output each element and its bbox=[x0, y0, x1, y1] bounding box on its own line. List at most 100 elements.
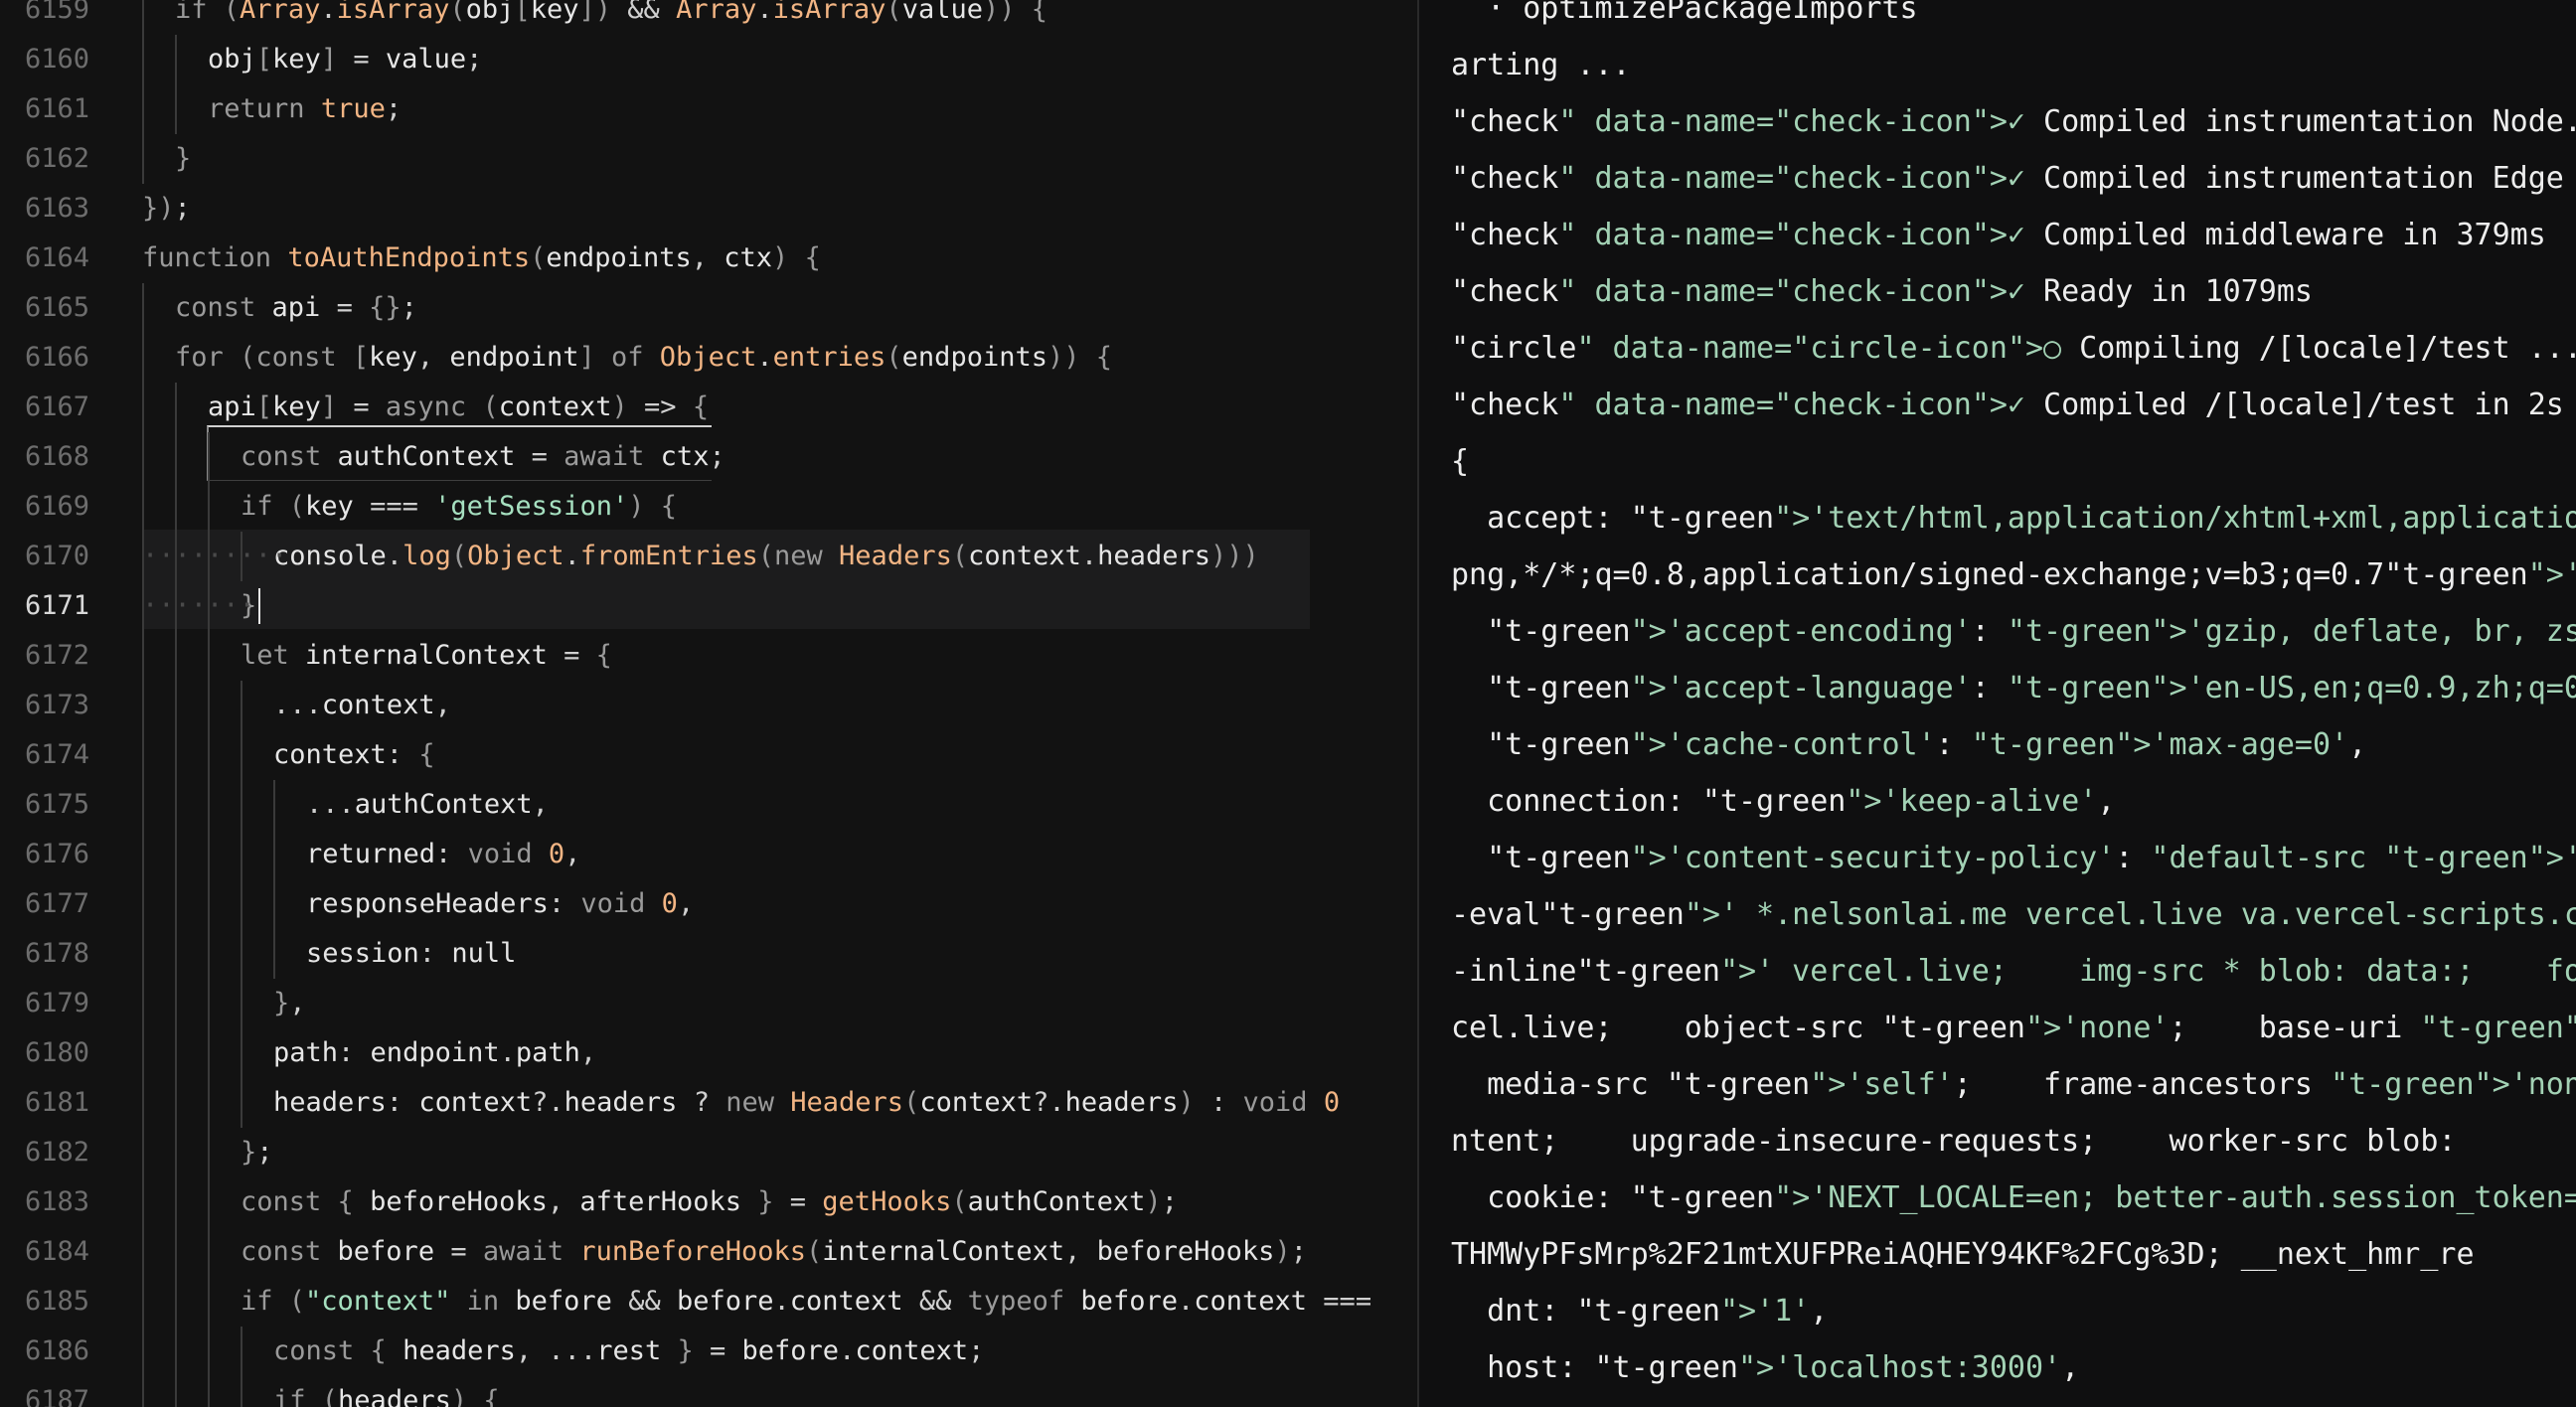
indent-guide bbox=[241, 1376, 242, 1407]
indent-guide bbox=[208, 1327, 210, 1376]
terminal-line: -eval"t-green">' *.nelsonlai.me vercel.l… bbox=[1451, 897, 2576, 932]
indent-guide bbox=[273, 929, 275, 979]
indent-guide bbox=[241, 879, 242, 929]
indent-guide bbox=[208, 681, 210, 730]
indent-guide bbox=[142, 830, 144, 879]
indent-guide bbox=[142, 333, 144, 383]
indent-guide bbox=[142, 1177, 144, 1227]
indent-guide bbox=[142, 1376, 144, 1407]
indent-guide bbox=[175, 830, 177, 879]
text-cursor bbox=[258, 588, 260, 624]
indent-guide bbox=[142, 84, 144, 134]
code-line[interactable]: ...authContext, bbox=[306, 780, 1417, 830]
terminal-line: "t-green">'accept-encoding': "t-green">'… bbox=[1487, 614, 2576, 649]
indent-guide bbox=[208, 780, 210, 830]
code-line[interactable]: return true; bbox=[208, 84, 1417, 134]
indent-guide bbox=[175, 1177, 177, 1227]
code-line[interactable]: const api = {}; bbox=[175, 283, 1417, 333]
terminal-line: THMWyPFsMrp%2F21mtXUFPReiAQHEY94KF%2FCg%… bbox=[1451, 1237, 2475, 1272]
indent-guide bbox=[241, 780, 242, 830]
code-line[interactable]: obj[key] = value; bbox=[208, 35, 1417, 84]
indent-guide bbox=[175, 1128, 177, 1177]
indent-guide bbox=[175, 631, 177, 681]
indent-guide bbox=[208, 979, 210, 1028]
code-line[interactable]: const { beforeHooks, afterHooks } = getH… bbox=[241, 1177, 1417, 1227]
indent-guide bbox=[142, 879, 144, 929]
code-line[interactable]: context: { bbox=[273, 730, 1417, 780]
code-line[interactable]: }; bbox=[241, 1128, 1417, 1177]
line-number: 6184 bbox=[24, 1236, 89, 1267]
code-line[interactable]: if (key === 'getSession') { bbox=[241, 482, 1417, 532]
indent-guide bbox=[142, 780, 144, 830]
code-line[interactable]: } bbox=[241, 581, 1417, 631]
code-line[interactable]: } bbox=[175, 134, 1417, 184]
indent-guide bbox=[273, 879, 275, 929]
terminal-line: connection: "t-green">'keep-alive', bbox=[1451, 784, 2116, 819]
indent-guide bbox=[241, 830, 242, 879]
terminal-line: { bbox=[1451, 444, 1470, 479]
code-line[interactable]: if ("context" in before && before.contex… bbox=[241, 1277, 1417, 1327]
indent-guide bbox=[142, 730, 144, 780]
line-number: 6187 bbox=[24, 1385, 89, 1407]
code-line[interactable]: session: null bbox=[306, 929, 1417, 979]
indent-guide bbox=[142, 0, 144, 35]
line-number: 6180 bbox=[24, 1037, 89, 1068]
code-line[interactable]: let internalContext = { bbox=[241, 631, 1417, 681]
indent-guide bbox=[208, 830, 210, 879]
line-number: 6170 bbox=[24, 541, 89, 571]
indent-guide bbox=[175, 879, 177, 929]
code-line[interactable]: returned: void 0, bbox=[306, 830, 1417, 879]
indent-guide bbox=[175, 929, 177, 979]
code-line[interactable]: api[key] = async (context) => { bbox=[208, 383, 1417, 432]
indent-guide bbox=[175, 1376, 177, 1407]
line-number: 6169 bbox=[24, 491, 89, 522]
terminal-line: · optimizePackageImports bbox=[1451, 0, 1918, 26]
terminal-panel[interactable]: · optimizePackageImports arting ... "check… bbox=[1419, 0, 2576, 1407]
whitespace-marker: ······· bbox=[142, 590, 255, 621]
code-line[interactable]: }, bbox=[273, 979, 1417, 1028]
indent-guide bbox=[142, 482, 144, 532]
line-number: 6178 bbox=[24, 938, 89, 969]
code-line[interactable]: const before = await runBeforeHooks(inte… bbox=[241, 1227, 1417, 1277]
code-line[interactable]: function toAuthEndpoints(endpoints, ctx)… bbox=[142, 234, 1417, 283]
code-line[interactable]: path: endpoint.path, bbox=[273, 1028, 1417, 1078]
code-line[interactable]: ...context, bbox=[273, 681, 1417, 730]
code-line[interactable]: responseHeaders: void 0, bbox=[306, 879, 1417, 929]
indent-guide bbox=[175, 1028, 177, 1078]
code-line[interactable]: console.log(Object.fromEntries(new Heade… bbox=[273, 532, 1417, 581]
indent-guide bbox=[208, 1078, 210, 1128]
code-line[interactable]: if (Array.isArray(obj[key]) && Array.isA… bbox=[175, 0, 1417, 35]
line-number: 6172 bbox=[24, 640, 89, 671]
line-number: 6185 bbox=[24, 1286, 89, 1317]
indent-guide bbox=[175, 1327, 177, 1376]
code-line[interactable]: for (const [key, endpoint] of Object.ent… bbox=[175, 333, 1417, 383]
terminal-line: "check" data-name="check-icon">✓ Compile… bbox=[1451, 104, 2576, 139]
line-number: 6162 bbox=[24, 143, 89, 174]
line-number: 6171 bbox=[24, 590, 89, 621]
code-editor[interactable]: 6159 6160 6161 6162 6163 6164 6165 6166 6167 6168… bbox=[0, 0, 1417, 1407]
indent-guide bbox=[142, 1028, 144, 1078]
indent-guide bbox=[208, 1028, 210, 1078]
terminal-line: "circle" data-name="circle-icon">○ Compi… bbox=[1451, 331, 2576, 366]
indent-guide bbox=[208, 482, 210, 532]
indent-guide bbox=[175, 1078, 177, 1128]
indent-guide bbox=[273, 830, 275, 879]
indent-guide bbox=[273, 780, 275, 830]
indent-guide bbox=[175, 383, 177, 432]
code-line[interactable]: headers: context?.headers ? new Headers(… bbox=[273, 1078, 1417, 1128]
code-line[interactable]: }); bbox=[142, 184, 1417, 234]
code-line[interactable]: const { headers, ...rest } = before.cont… bbox=[273, 1327, 1417, 1376]
indent-guide bbox=[208, 432, 210, 482]
line-number: 6175 bbox=[24, 789, 89, 820]
indent-guide bbox=[142, 134, 144, 184]
line-number: 6179 bbox=[24, 988, 89, 1018]
indent-guide bbox=[208, 1177, 210, 1227]
indent-guide bbox=[175, 979, 177, 1028]
terminal-line: arting ... bbox=[1451, 48, 1631, 82]
indent-guide bbox=[208, 929, 210, 979]
indent-guide bbox=[175, 1227, 177, 1277]
code-line[interactable]: if (headers) { bbox=[273, 1376, 1417, 1407]
code-line[interactable]: const authContext = await ctx; bbox=[241, 432, 1417, 482]
terminal-line: ntent; upgrade-insecure-requests; worker… bbox=[1451, 1124, 2457, 1159]
line-number: 6167 bbox=[24, 391, 89, 422]
